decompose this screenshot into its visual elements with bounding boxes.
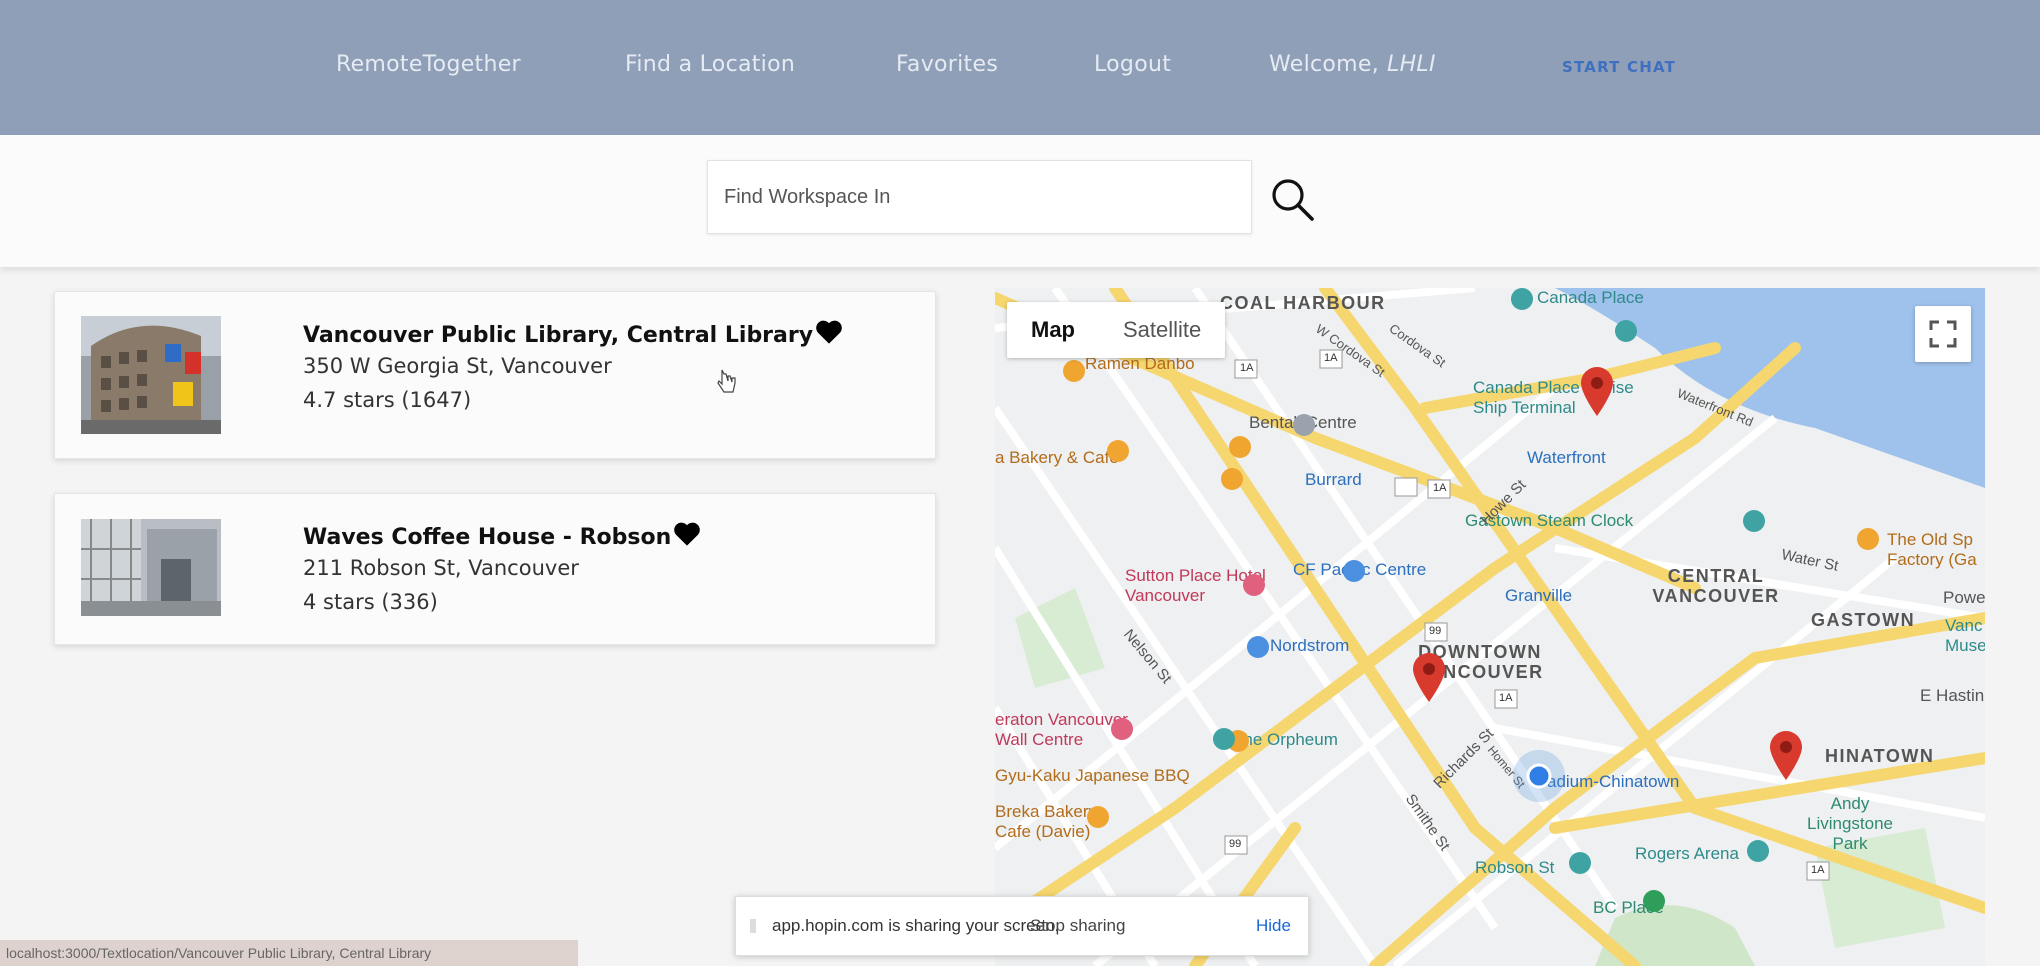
- search-icon: [1272, 179, 1314, 221]
- search-button[interactable]: [1268, 175, 1318, 225]
- landmark-icon[interactable]: [1615, 320, 1637, 342]
- stadium-icon[interactable]: [1643, 890, 1665, 912]
- highway-label: 1A: [1811, 864, 1825, 876]
- current-location-icon: [1513, 750, 1565, 802]
- top-nav: RemoteTogether Find a Location Favorites…: [0, 0, 2040, 135]
- start-chat-button[interactable]: START CHAT: [1562, 58, 1676, 76]
- library-thumbnail: [81, 316, 221, 434]
- map-label: Gyu-Kaku Japanese BBQ: [995, 766, 1190, 785]
- map-label: Burrard: [1305, 470, 1362, 489]
- restaurant-icon[interactable]: [1063, 360, 1085, 382]
- shopping-icon[interactable]: [1293, 414, 1315, 436]
- username: LHLI: [1387, 52, 1436, 77]
- nav-logout[interactable]: Logout: [1094, 52, 1171, 77]
- restaurant-icon[interactable]: [1221, 468, 1243, 490]
- heart-icon[interactable]: [815, 319, 843, 345]
- map-label: HINATOWN: [1825, 746, 1935, 766]
- shopping-icon[interactable]: [1343, 560, 1365, 582]
- stadium-icon[interactable]: [1747, 840, 1769, 862]
- result-title[interactable]: Vancouver Public Library, Central Librar…: [303, 319, 843, 348]
- highway-label: 1A: [1240, 362, 1254, 374]
- result-title[interactable]: Waves Coffee House - Robson: [303, 521, 701, 550]
- hide-button[interactable]: Hide: [1256, 916, 1291, 936]
- map-label: a Bakery & Café: [995, 448, 1119, 467]
- fullscreen-icon: [1929, 320, 1957, 348]
- welcome-text: Welcome, LHLI: [1269, 52, 1436, 77]
- map-label: Granville: [1505, 586, 1573, 605]
- brand-link[interactable]: RemoteTogether: [336, 52, 521, 77]
- result-address: 211 Robson St, Vancouver: [303, 556, 579, 580]
- cursor-icon: [717, 369, 736, 393]
- cafe-icon[interactable]: [1229, 436, 1251, 458]
- status-url: localhost:3000/Textlocation/Vancouver Pu…: [0, 940, 578, 966]
- nav-find-location[interactable]: Find a Location: [625, 52, 795, 77]
- landmark-icon[interactable]: [1743, 510, 1765, 532]
- map-label: Canada Place Cruise Ship Terminal: [1473, 378, 1634, 417]
- highway-label: 1A: [1433, 482, 1447, 494]
- map-label: Powell: [1943, 588, 1985, 607]
- result-title-text: Vancouver Public Library, Central Librar…: [303, 323, 814, 348]
- search-band: [0, 135, 2040, 267]
- hotel-icon[interactable]: [1111, 718, 1133, 740]
- result-rating: 4.7 stars (1647): [303, 388, 472, 412]
- result-rating: 4 stars (336): [303, 590, 438, 614]
- welcome-label: Welcome,: [1269, 52, 1380, 77]
- restaurant-icon[interactable]: [1107, 440, 1129, 462]
- landmark-icon[interactable]: [1511, 288, 1533, 310]
- map-type-map[interactable]: Map: [1007, 302, 1099, 358]
- theatre-icon[interactable]: [1213, 728, 1235, 750]
- highway-label: 99: [1429, 625, 1442, 637]
- cafe-thumbnail: [81, 519, 221, 616]
- nav-favorites[interactable]: Favorites: [896, 52, 998, 77]
- drag-handle-icon[interactable]: [750, 919, 756, 933]
- map-pin[interactable]: [1411, 652, 1447, 702]
- highway-label: 99: [1229, 838, 1242, 850]
- map-pin[interactable]: [1768, 730, 1804, 780]
- screen-share-bar: app.hopin.com is sharing your screen. St…: [735, 896, 1309, 956]
- map-label: GASTOWN: [1811, 610, 1916, 630]
- fullscreen-button[interactable]: [1915, 306, 1971, 362]
- map-label: Robson St: [1475, 858, 1555, 877]
- result-card[interactable]: Waves Coffee House - Robson 211 Robson S…: [54, 493, 936, 645]
- restaurant-icon[interactable]: [1857, 528, 1879, 550]
- map-label: Vanc Museum: [1945, 616, 1985, 655]
- map-view[interactable]: COAL HARBOUR Canada Place Canada Place C…: [995, 288, 1985, 966]
- map-type-toggle: Map Satellite: [1007, 302, 1226, 358]
- map-label: Nordstrom: [1270, 636, 1350, 655]
- map-label: E Hastin: [1920, 686, 1985, 705]
- map-label: Andy Livingstone Park: [1806, 794, 1893, 853]
- result-title-text: Waves Coffee House - Robson: [303, 525, 672, 550]
- heart-icon[interactable]: [673, 521, 701, 547]
- search-input[interactable]: [707, 160, 1252, 234]
- restaurant-icon[interactable]: [1087, 806, 1109, 828]
- highway-label: 1A: [1499, 692, 1513, 704]
- highway-label: 1A: [1324, 352, 1338, 364]
- shopping-icon[interactable]: [1247, 636, 1269, 658]
- map-label: Waterfront: [1527, 448, 1606, 467]
- map-label: CENTRAL VANCOUVER: [1652, 566, 1780, 606]
- hotel-icon[interactable]: [1243, 574, 1265, 596]
- result-card[interactable]: Vancouver Public Library, Central Librar…: [54, 291, 936, 459]
- stop-sharing-button[interactable]: Stop sharing: [1016, 907, 1139, 945]
- map-type-satellite[interactable]: Satellite: [1099, 302, 1225, 358]
- result-address: 350 W Georgia St, Vancouver: [303, 354, 612, 378]
- map-pin[interactable]: [1579, 366, 1615, 416]
- map-label: Rogers Arena: [1635, 844, 1739, 863]
- transit-icon[interactable]: [1569, 852, 1591, 874]
- map-label: COAL HARBOUR: [1220, 293, 1386, 313]
- map-label: The Old Sp Factory (Ga: [1887, 530, 1977, 569]
- map-label: Canada Place: [1537, 288, 1644, 307]
